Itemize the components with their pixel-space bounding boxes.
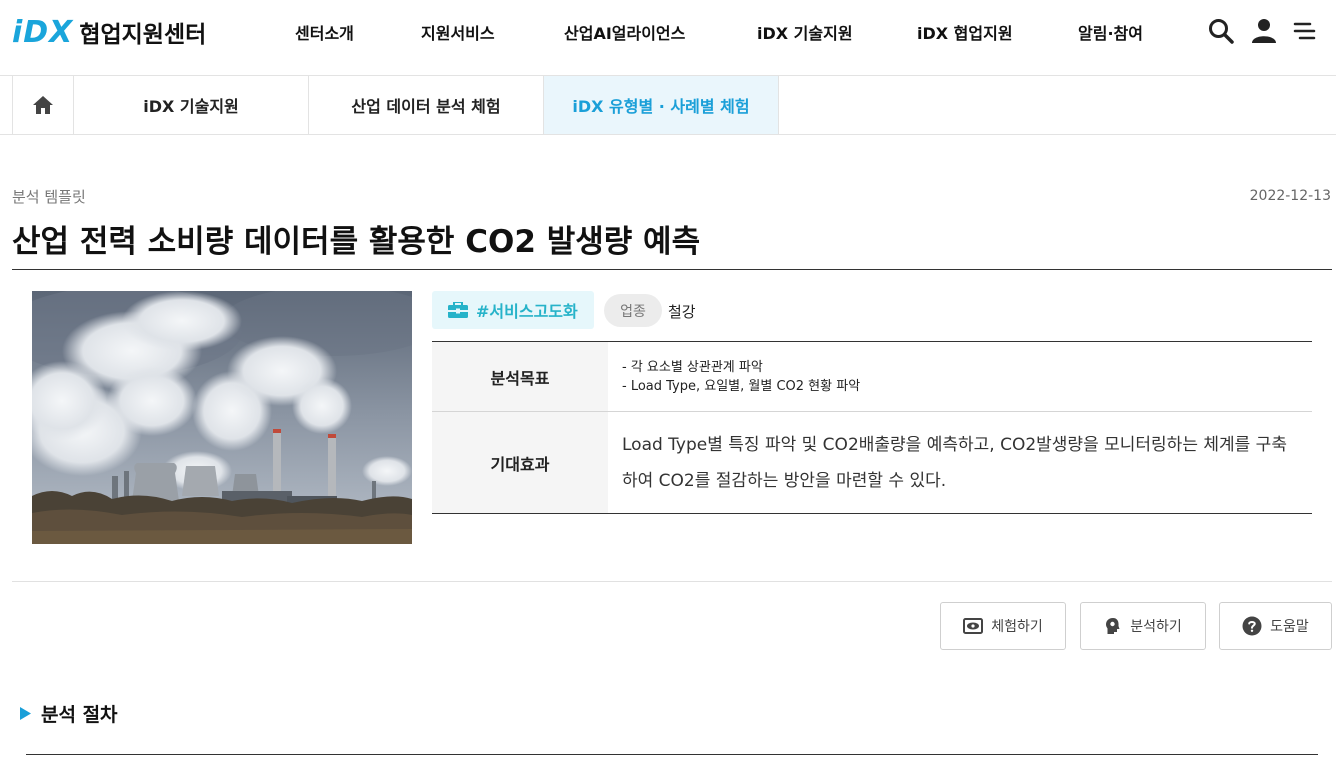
category-label: 분석 템플릿 — [12, 188, 86, 206]
goal-line: - Load Type, 요일별, 월별 CO2 현황 파악 — [622, 378, 861, 394]
breadcrumb: iDX 기술지원 산업 데이터 분석 체험 iDX 유형별 · 사례별 체험 — [0, 76, 1336, 135]
analyze-button-label: 분석하기 — [1130, 619, 1182, 635]
industry-label: 업종 — [604, 294, 662, 327]
experience-button[interactable]: 체험하기 — [940, 602, 1066, 650]
service-tag-label: #서비스고도화 — [476, 302, 578, 321]
experience-button-label: 체험하기 — [991, 619, 1043, 635]
industry-value: 철강 — [668, 303, 696, 321]
triangle-right-icon — [20, 707, 31, 720]
help-button-label: 도움말 — [1270, 619, 1309, 635]
user-icon[interactable] — [1249, 16, 1279, 46]
section-divider — [26, 754, 1318, 755]
brain-head-icon — [1104, 617, 1122, 635]
info-row-effect: 기대효과 Load Type별 특징 파악 및 CO2배출량을 예측하고, CO… — [432, 411, 1312, 513]
home-icon[interactable] — [12, 76, 74, 134]
title-divider — [12, 269, 1332, 270]
nav-item-center-intro[interactable]: 센터소개 — [295, 20, 354, 44]
info-cell-goal: - 각 요소별 상관관계 파악 - Load Type, 요일별, 월별 CO2… — [608, 342, 1312, 411]
logo-mark: iDX — [12, 14, 74, 50]
service-tag[interactable]: #서비스고도화 — [432, 291, 594, 329]
menu-icon[interactable] — [1290, 16, 1320, 46]
logo-text: 협업지원센터 — [79, 22, 207, 48]
breadcrumb-item-data-analysis[interactable]: 산업 데이터 분석 체험 — [309, 76, 544, 134]
info-header-goal: 분석목표 — [432, 342, 608, 411]
section-heading-label: 분석 절차 — [41, 704, 118, 726]
nav-item-collab-support[interactable]: iDX 협업지원 — [917, 20, 1013, 44]
goal-line: - 각 요소별 상관관계 파악 — [622, 359, 763, 375]
info-header-effect: 기대효과 — [432, 412, 608, 513]
info-cell-effect: Load Type별 특징 파악 및 CO2배출량을 예측하고, CO2발생량을… — [622, 434, 1287, 491]
search-icon[interactable] — [1206, 16, 1236, 46]
site-header: iDX 협업지원센터 센터소개 지원서비스 산업AI얼라이언스 iDX 기술지원… — [0, 0, 1336, 76]
info-table: 분석목표 - 각 요소별 상관관계 파악 - Load Type, 요일별, 월… — [432, 341, 1312, 514]
breadcrumb-item-tech-support[interactable]: iDX 기술지원 — [74, 76, 309, 134]
post-date: 2022-12-13 — [1249, 188, 1331, 204]
breadcrumb-item-case-experience[interactable]: iDX 유형별 · 사례별 체험 — [544, 76, 779, 134]
info-row-goal: 분석목표 - 각 요소별 상관관계 파악 - Load Type, 요일별, 월… — [432, 342, 1312, 411]
toolbox-icon — [448, 302, 468, 318]
site-logo[interactable]: iDX 협업지원센터 — [12, 14, 207, 50]
content-divider — [12, 581, 1332, 582]
analyze-button[interactable]: 분석하기 — [1080, 602, 1206, 650]
nav-item-tech-support[interactable]: iDX 기술지원 — [757, 20, 853, 44]
nav-item-notice[interactable]: 알림·참여 — [1078, 20, 1143, 44]
power-plant-photo — [32, 291, 412, 544]
nav-item-ai-alliance[interactable]: 산업AI얼라이언스 — [564, 20, 685, 44]
section-heading: 분석 절차 — [20, 700, 118, 727]
nav-item-support-services[interactable]: 지원서비스 — [421, 20, 495, 44]
eye-icon — [963, 618, 984, 634]
help-button[interactable]: 도움말 — [1219, 602, 1332, 650]
help-icon — [1242, 616, 1262, 636]
page-title: 산업 전력 소비량 데이터를 활용한 CO2 발생량 예측 — [12, 224, 701, 260]
